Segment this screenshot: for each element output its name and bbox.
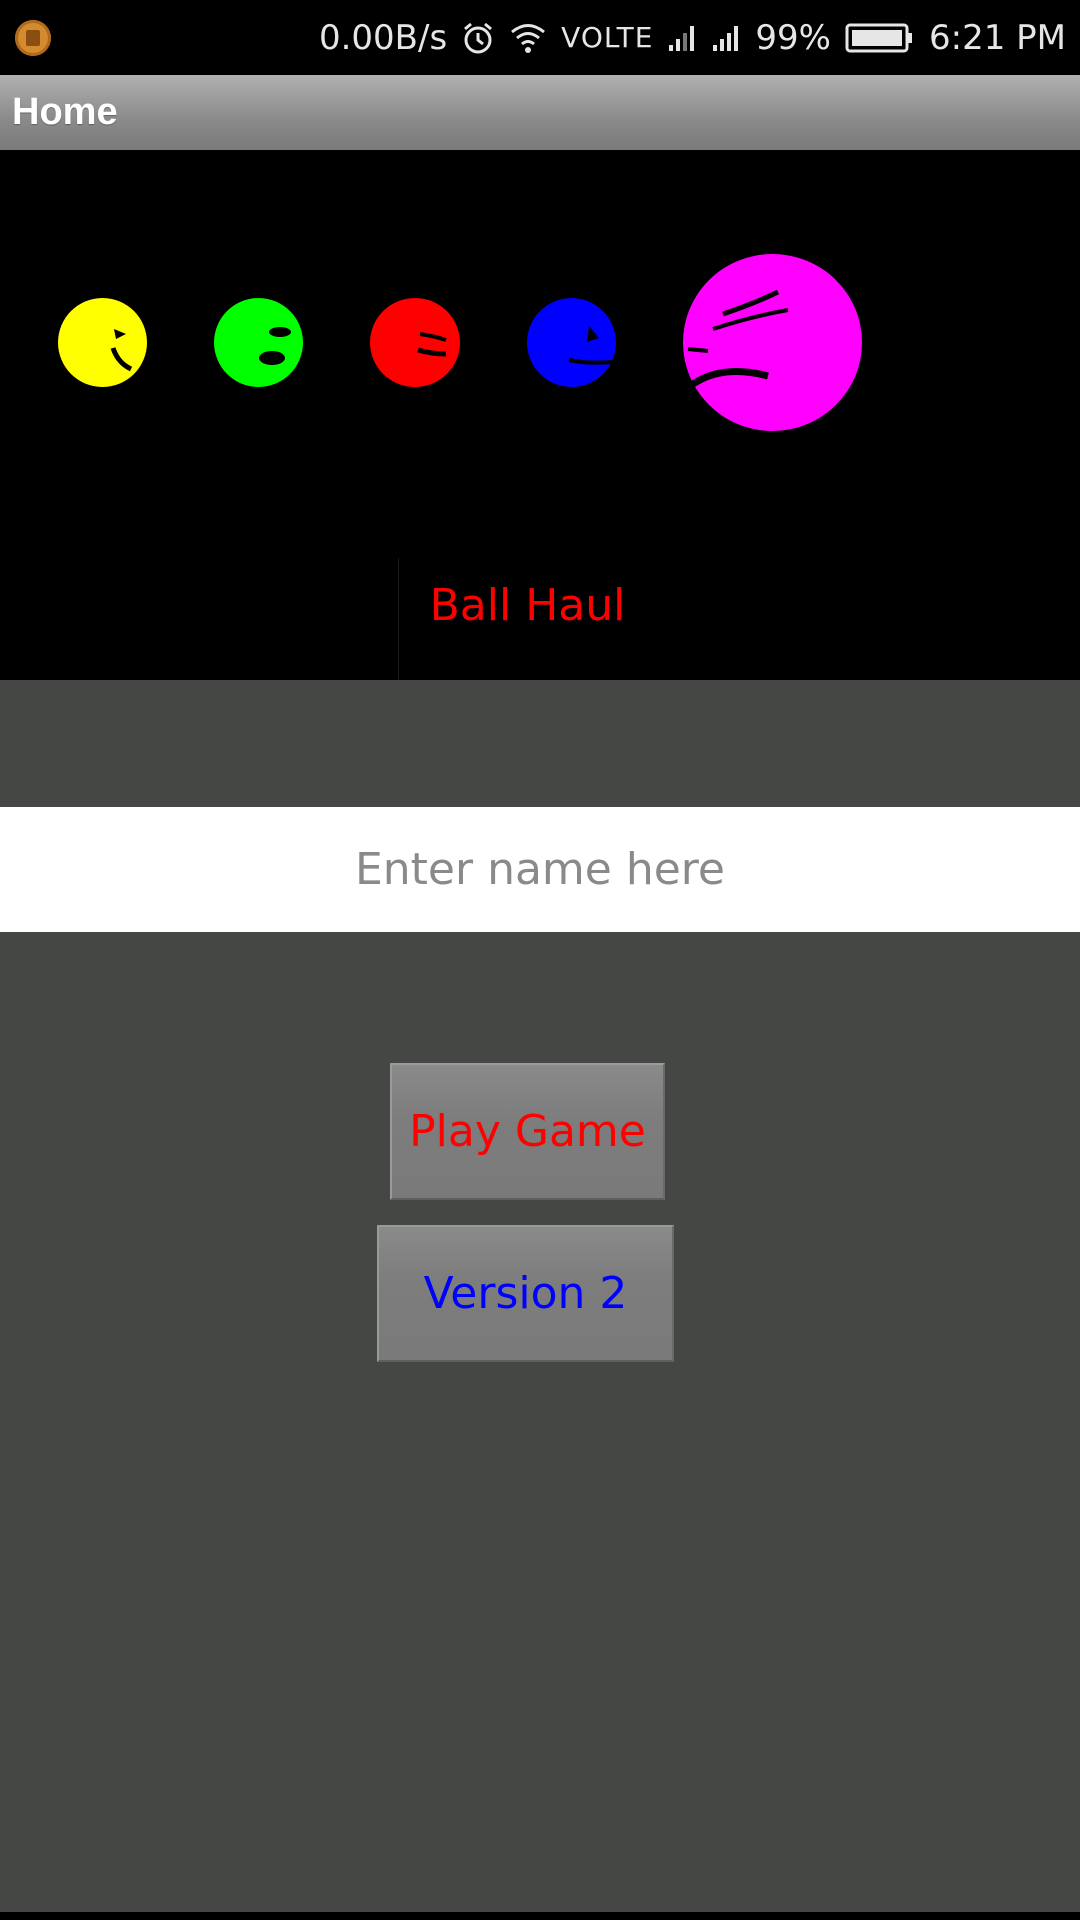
name-input[interactable] — [0, 807, 1080, 932]
status-bar: 0.00B/s VOLTE 99% 6:21 PM — [0, 0, 1080, 75]
bottom-edge — [0, 1912, 1080, 1920]
signal-icon — [667, 23, 697, 53]
signal-icon-2 — [711, 23, 741, 53]
red-ball — [370, 298, 460, 387]
banner-divider — [398, 558, 399, 680]
status-right: 0.00B/s VOLTE 99% 6:21 PM — [319, 0, 1066, 75]
battery-percent: 99% — [755, 17, 831, 58]
network-type: VOLTE — [561, 21, 654, 54]
yellow-ball — [58, 298, 147, 387]
alarm-icon — [461, 21, 495, 55]
network-speed: 0.00B/s — [318, 17, 448, 58]
battery-icon — [845, 22, 915, 54]
green-ball — [214, 298, 303, 387]
game-banner: Ball Haul — [0, 150, 1080, 680]
status-time: 6:21 PM — [929, 17, 1066, 58]
app-notification-icon — [15, 20, 51, 56]
page-title: Home — [12, 91, 118, 133]
blue-ball — [527, 298, 616, 387]
magenta-ball — [683, 254, 862, 431]
game-title: Ball Haul — [429, 580, 626, 631]
play-game-button[interactable]: Play Game — [390, 1063, 665, 1200]
app-bar: Home — [0, 75, 1080, 150]
version-2-button[interactable]: Version 2 — [377, 1225, 674, 1362]
wifi-icon — [509, 22, 547, 54]
